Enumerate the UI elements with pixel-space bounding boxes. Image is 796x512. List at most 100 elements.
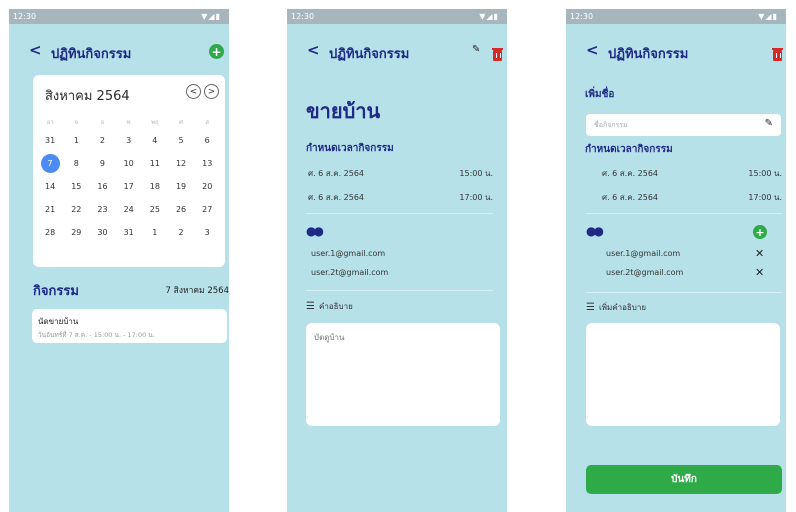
- calendar-day[interactable]: 17: [116, 182, 142, 191]
- calendar-day[interactable]: 18: [142, 182, 168, 191]
- calendar-day[interactable]: 9: [89, 159, 115, 168]
- start-time: 15:00 น.: [459, 169, 493, 178]
- calendar-day-number: 25: [149, 205, 160, 214]
- calendar-day-number: 31: [123, 228, 134, 237]
- start-time: 15:00 น.: [748, 169, 782, 178]
- calendar-day[interactable]: 15: [63, 182, 89, 191]
- calendar-day[interactable]: 31: [116, 228, 142, 237]
- calendar-weekday: พฤ: [151, 119, 159, 126]
- calendar-weekday: ศ: [179, 119, 183, 126]
- attendee-email: user.1@gmail.com: [311, 249, 386, 258]
- calendar-day[interactable]: 28: [37, 228, 63, 237]
- calendar-day[interactable]: 20: [194, 182, 220, 191]
- add-attendee-icon[interactable]: +: [753, 225, 767, 239]
- end-date: ศ. 6 ส.ค. 2564: [602, 193, 659, 202]
- calendar-day[interactable]: 16: [89, 182, 115, 191]
- status-time: 12:30: [291, 12, 315, 21]
- description-label-text: เพิ่มคำอธิบาย: [598, 303, 647, 312]
- add-event-icon[interactable]: +: [209, 44, 224, 59]
- calendar-day[interactable]: 21: [37, 205, 63, 214]
- calendar-next-icon[interactable]: >: [204, 84, 219, 99]
- calendar-day[interactable]: 23: [89, 205, 115, 214]
- calendar-day[interactable]: 27: [194, 205, 220, 214]
- calendar-day[interactable]: 22: [63, 205, 89, 214]
- calendar-day-number: 5: [178, 136, 184, 145]
- edit-pencil-icon[interactable]: ✎: [472, 44, 480, 55]
- start-date: ศ. 6 ส.ค. 2564: [308, 169, 365, 178]
- save-button[interactable]: บันทึก: [586, 465, 782, 494]
- attendee-email: user.2t@gmail.com: [311, 268, 389, 277]
- calendar-weekday: พ: [126, 119, 131, 126]
- calendar-day[interactable]: 7: [37, 154, 63, 173]
- calendar-day[interactable]: 31: [37, 136, 63, 145]
- calendar-day[interactable]: 6: [194, 136, 220, 145]
- back-icon[interactable]: <: [29, 41, 42, 59]
- calendar-week-row: 28 29 30 31 1 2 3: [37, 221, 221, 244]
- calendar-day-number: 29: [71, 228, 82, 237]
- calendar-day-number: 1: [152, 228, 158, 237]
- calendar-day[interactable]: 29: [63, 228, 89, 237]
- calendar-day[interactable]: 25: [142, 205, 168, 214]
- page-title: ปฏิทินกิจกรรม: [329, 47, 410, 62]
- lines-icon: ☰: [306, 301, 315, 312]
- calendar-day[interactable]: 26: [168, 205, 194, 214]
- calendar-day-number: 2: [99, 136, 106, 145]
- back-icon[interactable]: <: [586, 41, 599, 59]
- event-card[interactable]: นัดขายบ้าน วันอันทร์ที่ 7 ส.ค. - 15:00 น…: [32, 309, 227, 343]
- calendar-day-number: 16: [97, 182, 108, 191]
- calendar-day-number: 15: [71, 182, 82, 191]
- calendar-day[interactable]: 30: [89, 228, 115, 237]
- event-title: นัดขายบ้าน: [38, 317, 79, 326]
- calendar-day[interactable]: 19: [168, 182, 194, 191]
- status-bar: 12:30 ▼◢▮: [566, 9, 786, 24]
- calendar-week-row: 21 22 23 24 25 26 27: [37, 198, 221, 221]
- end-time: 17:00 น.: [748, 193, 782, 202]
- calendar-week-row: 7 8 9 10 11 12 13: [37, 152, 221, 175]
- divider: [586, 292, 782, 293]
- calendar-day-number: 13: [202, 159, 213, 168]
- calendar-day[interactable]: 8: [63, 159, 89, 168]
- remove-attendee-icon[interactable]: ✕: [755, 266, 764, 279]
- calendar-day[interactable]: 12: [168, 159, 194, 168]
- calendar-day-number: 31: [45, 136, 56, 145]
- remove-attendee-icon[interactable]: ✕: [755, 247, 764, 260]
- description-input[interactable]: [586, 323, 780, 426]
- delete-trash-icon[interactable]: [492, 48, 503, 61]
- section-date: 7 สิงหาคม 2564: [165, 286, 229, 296]
- name-placeholder: ชื่อกิจกรรม: [594, 121, 628, 129]
- status-bar: 12:30 ▼◢▮: [9, 9, 229, 24]
- time-row-start[interactable]: ศ. 6 ส.ค. 2564 15:00 น.: [602, 167, 782, 180]
- time-row-end[interactable]: ศ. 6 ส.ค. 2564 17:00 น.: [308, 191, 493, 204]
- calendar-screen: 12:30 ▼◢▮ < ปฏิทินกิจกรรม + สิงหาคม 2564…: [9, 9, 229, 512]
- calendar-day[interactable]: 1: [142, 228, 168, 237]
- description-box[interactable]: บัตดูบ้าน: [306, 323, 500, 426]
- calendar-day[interactable]: 14: [37, 182, 63, 191]
- lines-icon: ☰: [586, 302, 595, 313]
- calendar-day[interactable]: 4: [142, 136, 168, 145]
- calendar-day[interactable]: 10: [116, 159, 142, 168]
- name-input[interactable]: ชื่อกิจกรรม ✎: [586, 114, 781, 136]
- time-row-start[interactable]: ศ. 6 ส.ค. 2564 15:00 น.: [308, 167, 493, 180]
- calendar-day-number: 20: [202, 182, 213, 191]
- calendar-day-number: 4: [152, 136, 158, 145]
- calendar-day[interactable]: 5: [168, 136, 194, 145]
- calendar-day-number: 12: [175, 159, 187, 168]
- calendar-day[interactable]: 3: [194, 228, 220, 237]
- calendar-day[interactable]: 2: [168, 228, 194, 237]
- calendar-day[interactable]: 24: [116, 205, 142, 214]
- calendar-day[interactable]: 2: [89, 136, 115, 145]
- attendee-email: user.2t@gmail.com: [606, 268, 684, 277]
- time-row-end[interactable]: ศ. 6 ส.ค. 2564 17:00 น.: [602, 191, 782, 204]
- status-icons: ▼◢▮: [479, 12, 499, 21]
- calendar-prev-icon[interactable]: <: [186, 84, 201, 99]
- back-icon[interactable]: <: [307, 41, 320, 59]
- calendar-day[interactable]: 11: [142, 159, 168, 168]
- calendar-day[interactable]: 1: [63, 136, 89, 145]
- divider: [306, 213, 493, 214]
- calendar-day-number: 23: [97, 205, 108, 214]
- status-time: 12:30: [570, 12, 594, 21]
- calendar-day[interactable]: 13: [194, 159, 220, 168]
- delete-trash-icon[interactable]: [772, 48, 783, 61]
- calendar-day[interactable]: 3: [116, 136, 142, 145]
- people-icon: ●●: [306, 224, 324, 238]
